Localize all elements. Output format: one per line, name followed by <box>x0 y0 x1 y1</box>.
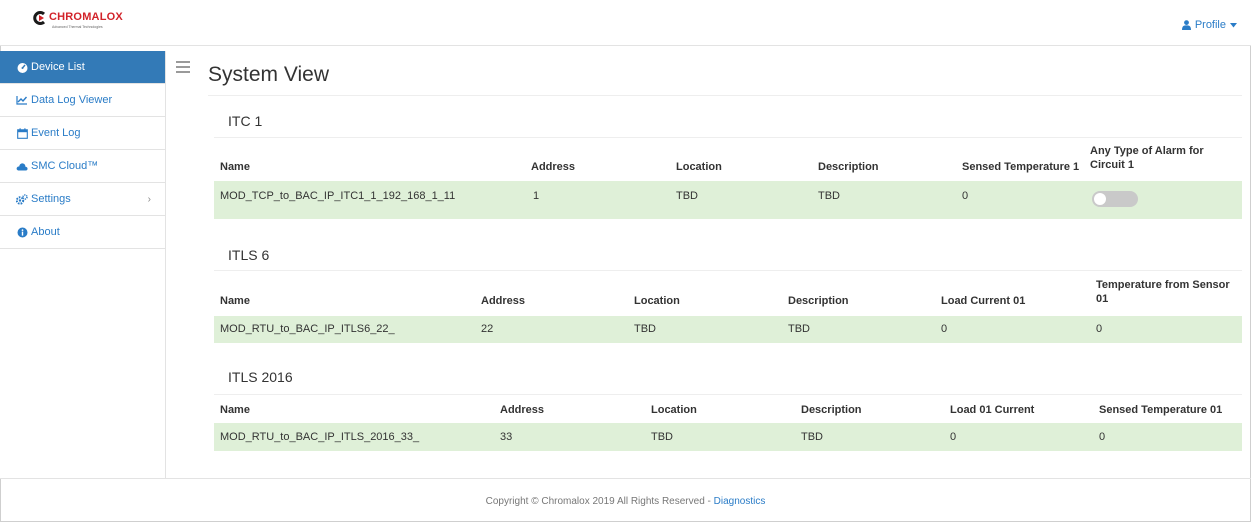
sidebar-item-smc-cloud[interactable]: SMC Cloud™ <box>0 150 165 183</box>
column-header: Address <box>531 161 576 173</box>
table-cell: TBD <box>818 190 840 202</box>
column-header: Address <box>481 295 526 307</box>
sidebar: Device List Data Log Viewer Event Log SM… <box>0 51 166 478</box>
table-cell: 0 <box>962 190 969 202</box>
divider <box>208 95 1242 96</box>
sidebar-item-device-list[interactable]: Device List <box>0 51 165 84</box>
cloud-icon <box>16 160 28 172</box>
profile-menu-button[interactable]: Profile <box>1181 19 1237 31</box>
table-cell: MOD_RTU_to_BAC_IP_ITLS6_22_ <box>220 323 395 335</box>
column-header: Description <box>818 161 879 173</box>
gears-icon <box>16 193 28 205</box>
column-header: Location <box>676 161 722 173</box>
chromalox-logo-icon <box>33 11 46 25</box>
caret-down-icon <box>1230 22 1237 27</box>
column-header: Location <box>651 404 697 416</box>
column-header: Name <box>220 404 250 416</box>
column-header: Load 01 Current <box>950 404 1035 416</box>
chevron-right-icon: › <box>147 194 151 205</box>
hamburger-menu-icon[interactable] <box>176 61 190 73</box>
column-header: Description <box>788 295 849 307</box>
sidebar-item-label: Settings <box>31 193 71 205</box>
table-cell: 0 <box>1099 431 1106 443</box>
table-cell: MOD_TCP_to_BAC_IP_ITC1_1_192_168_1_11 <box>220 190 456 202</box>
line-chart-icon <box>16 94 28 106</box>
footer: Copyright © Chromalox 2019 All Rights Re… <box>0 496 1251 507</box>
logo-tagline: Advanced Thermal Technologies <box>52 25 103 29</box>
sidebar-item-event-log[interactable]: Event Log <box>0 117 165 150</box>
alarm-toggle-switch[interactable] <box>1092 191 1138 207</box>
calendar-icon <box>16 127 28 139</box>
column-header: Name <box>220 295 250 307</box>
copyright-text: Copyright © Chromalox 2019 All Rights Re… <box>485 496 714 507</box>
table-cell: TBD <box>676 190 698 202</box>
sidebar-item-label: About <box>31 226 60 238</box>
table-cell: 22 <box>481 323 494 335</box>
column-header: Load Current 01 <box>941 295 1026 307</box>
divider <box>214 137 1242 138</box>
sidebar-item-label: Device List <box>31 61 85 73</box>
sidebar-item-label: Data Log Viewer <box>31 94 113 106</box>
column-header: Location <box>634 295 680 307</box>
table-cell: TBD <box>651 431 673 443</box>
sidebar-item-about[interactable]: About <box>0 216 165 249</box>
column-header: Sensed Temperature 01 <box>1099 404 1223 416</box>
diagnostics-link[interactable]: Diagnostics <box>714 496 766 507</box>
table-cell: 0 <box>941 323 948 335</box>
section-title-itls-2016: ITLS 2016 <box>228 369 293 385</box>
sidebar-item-data-log-viewer[interactable]: Data Log Viewer <box>0 84 165 117</box>
user-icon <box>1181 20 1191 30</box>
sidebar-item-settings[interactable]: Settings › <box>0 183 165 216</box>
table-cell: 33 <box>500 431 513 443</box>
table-cell: 1 <box>533 190 540 202</box>
column-header: Name <box>220 161 250 173</box>
sidebar-item-label: Event Log <box>31 127 81 139</box>
profile-label: Profile <box>1194 19 1226 31</box>
page-title: System View <box>208 63 329 86</box>
table-cell: 0 <box>950 431 957 443</box>
column-header: Any Type of Alarm for Circuit 1 <box>1090 145 1204 171</box>
table-cell: 0 <box>1096 323 1103 335</box>
footer-divider <box>0 478 1251 479</box>
table-cell: MOD_RTU_to_BAC_IP_ITLS_2016_33_ <box>220 431 420 443</box>
column-header: Address <box>500 404 545 416</box>
table-cell: TBD <box>801 431 823 443</box>
column-header: Sensed Temperature 1 <box>962 161 1080 173</box>
divider <box>214 270 1242 271</box>
section-title-itc-1: ITC 1 <box>228 113 263 129</box>
toggle-knob <box>1094 193 1106 205</box>
info-icon <box>16 226 28 238</box>
chromalox-logo[interactable]: CHROMALOX Advanced Thermal Technologies <box>33 10 123 36</box>
dashboard-icon <box>16 61 28 73</box>
sidebar-item-label: SMC Cloud™ <box>31 160 99 172</box>
top-navbar: CHROMALOX Advanced Thermal Technologies … <box>0 0 1251 46</box>
section-title-itls-6: ITLS 6 <box>228 247 270 263</box>
logo-text: CHROMALOX <box>49 11 123 23</box>
divider <box>214 394 1242 395</box>
table-cell: TBD <box>788 323 810 335</box>
column-header: Description <box>801 404 862 416</box>
table-cell: TBD <box>634 323 656 335</box>
column-header: Temperature from Sensor 01 <box>1096 279 1230 305</box>
